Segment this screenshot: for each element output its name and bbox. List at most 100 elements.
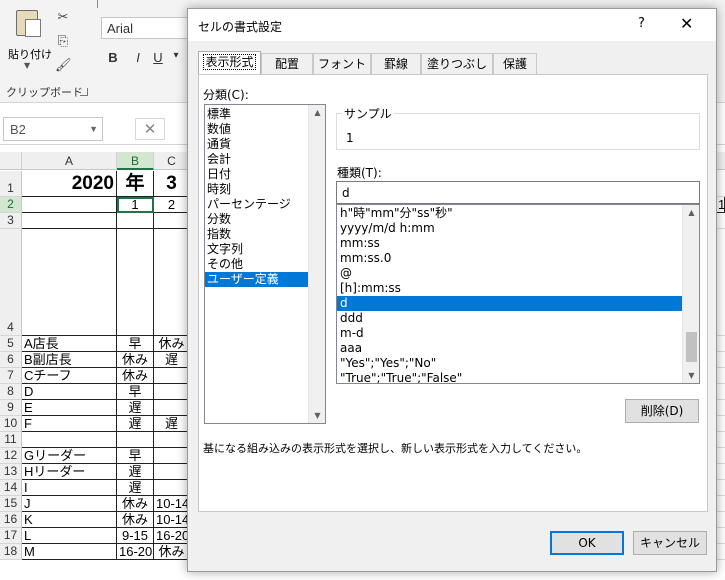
category-item[interactable]: ユーザー定義	[205, 272, 308, 287]
row-header[interactable]: 8	[0, 384, 22, 400]
shift-cell[interactable]: 休み	[117, 512, 154, 528]
cancel-entry-button[interactable]: ✕	[135, 118, 165, 140]
tab-number[interactable]: 表示形式	[198, 51, 261, 76]
shift-cell[interactable]	[154, 400, 190, 416]
shift-cell[interactable]	[154, 384, 190, 400]
shift-cell[interactable]: 16-20	[117, 544, 154, 560]
shift-cell[interactable]	[154, 464, 190, 480]
column-header-c[interactable]: C	[154, 152, 190, 170]
shift-cell[interactable]: 休み	[117, 368, 154, 384]
chevron-down-icon[interactable]: ▼	[24, 61, 30, 70]
tab-font[interactable]: フォント	[313, 53, 371, 75]
row-header[interactable]: 14	[0, 480, 22, 496]
tab-border[interactable]: 罫線	[371, 53, 421, 75]
row-header[interactable]: 9	[0, 400, 22, 416]
row-header[interactable]: 2	[0, 197, 22, 213]
font-name-box[interactable]: Arial	[101, 17, 191, 39]
format-item[interactable]: "True";"True";"False"	[337, 371, 682, 383]
shift-cell[interactable]: 早	[117, 336, 154, 352]
active-cell-b2[interactable]: 1	[117, 197, 154, 213]
format-item[interactable]: @	[337, 266, 682, 281]
row-header[interactable]: 4	[0, 229, 22, 336]
category-item[interactable]: 時刻	[205, 182, 308, 197]
category-item[interactable]: 指数	[205, 227, 308, 242]
paste-button[interactable]: 貼り付け ▼	[6, 6, 52, 70]
row-header[interactable]: 13	[0, 464, 22, 480]
category-item[interactable]: 数値	[205, 122, 308, 137]
shift-cell[interactable]: 早	[117, 384, 154, 400]
row-header[interactable]: 5	[0, 336, 22, 352]
underline-button[interactable]: U	[150, 50, 166, 68]
bold-button[interactable]: B	[105, 50, 121, 68]
format-item[interactable]: m-d	[337, 326, 682, 341]
category-item[interactable]: 標準	[205, 107, 308, 122]
dialog-launcher-icon[interactable]	[80, 88, 88, 96]
name-cell[interactable]: J	[22, 496, 117, 512]
help-button[interactable]: ?	[638, 16, 645, 31]
column-header-b[interactable]: B	[117, 152, 154, 170]
shift-cell[interactable]: 遅	[154, 416, 190, 432]
scroll-down-icon[interactable]: ▼	[309, 408, 325, 423]
category-item[interactable]: 日付	[205, 167, 308, 182]
format-item[interactable]: aaa	[337, 341, 682, 356]
chevron-down-icon[interactable]: ▼	[89, 124, 98, 134]
format-item[interactable]: ddd	[337, 311, 682, 326]
scrollbar-thumb[interactable]	[686, 332, 697, 362]
cell[interactable]	[22, 197, 117, 213]
cell[interactable]	[154, 229, 190, 336]
cell[interactable]	[154, 213, 190, 229]
name-cell[interactable]: I	[22, 480, 117, 496]
category-item[interactable]: 分数	[205, 212, 308, 227]
italic-button[interactable]: I	[130, 50, 146, 68]
month-cell[interactable]: 3	[154, 171, 190, 197]
category-item[interactable]: その他	[205, 257, 308, 272]
cell[interactable]	[117, 229, 154, 336]
name-cell[interactable]: M	[22, 544, 117, 560]
year-suffix-cell[interactable]: 年	[117, 171, 154, 197]
category-scrollbar[interactable]: ▲ ▼	[308, 105, 325, 423]
name-cell[interactable]: Hリーダー	[22, 464, 117, 480]
row-header[interactable]: 12	[0, 448, 22, 464]
format-listbox[interactable]: h"時"mm"分"ss"秒" yyyy/m/d h:mm mm:ss mm:ss.0 @…	[336, 204, 700, 384]
row-header[interactable]: 3	[0, 213, 22, 229]
category-item[interactable]: 会計	[205, 152, 308, 167]
shift-cell[interactable]: 遅	[154, 352, 190, 368]
name-cell[interactable]: A店長	[22, 336, 117, 352]
format-item[interactable]: d	[337, 296, 682, 311]
cell[interactable]	[117, 213, 154, 229]
row-header[interactable]: 1	[0, 171, 22, 197]
name-cell[interactable]	[22, 432, 117, 448]
tab-alignment[interactable]: 配置	[261, 53, 313, 75]
select-all-corner[interactable]	[0, 152, 22, 170]
shift-cell[interactable]: 休み	[154, 544, 190, 560]
shift-cell[interactable]: 休み	[117, 352, 154, 368]
shift-cell[interactable]: 遅	[117, 400, 154, 416]
name-cell[interactable]: Gリーダー	[22, 448, 117, 464]
shift-cell[interactable]: 16-20	[154, 528, 190, 544]
shift-cell[interactable]	[154, 448, 190, 464]
scroll-down-icon[interactable]: ▼	[683, 368, 699, 383]
row-header[interactable]: 18	[0, 544, 22, 560]
format-item[interactable]: mm:ss.0	[337, 251, 682, 266]
year-cell[interactable]: 2020	[22, 171, 117, 197]
cancel-button[interactable]: キャンセル	[633, 531, 707, 555]
category-listbox[interactable]: 標準 数値 通貨 会計 日付 時刻 パーセンテージ 分数 指数 文字列 その他 ユーザー定義 ▲ ▼	[204, 104, 326, 424]
shift-cell[interactable]: 早	[117, 448, 154, 464]
shift-cell[interactable]	[154, 480, 190, 496]
category-item[interactable]: 通貨	[205, 137, 308, 152]
shift-cell[interactable]: 9-15	[117, 528, 154, 544]
ok-button[interactable]: OK	[550, 531, 624, 555]
close-button[interactable]: ✕	[680, 14, 693, 33]
shift-cell[interactable]: 遅	[117, 416, 154, 432]
row-header[interactable]: 6	[0, 352, 22, 368]
chevron-down-icon[interactable]: ▾	[168, 50, 184, 68]
delete-button[interactable]: 削除(D)	[625, 399, 699, 423]
shift-cell[interactable]: 10-14	[154, 496, 190, 512]
row-header[interactable]: 16	[0, 512, 22, 528]
name-cell[interactable]: Cチーフ	[22, 368, 117, 384]
category-item[interactable]: パーセンテージ	[205, 197, 308, 212]
shift-cell[interactable]	[154, 368, 190, 384]
name-cell[interactable]: D	[22, 384, 117, 400]
shift-cell[interactable]: 遅	[117, 464, 154, 480]
format-item[interactable]: [h]:mm:ss	[337, 281, 682, 296]
